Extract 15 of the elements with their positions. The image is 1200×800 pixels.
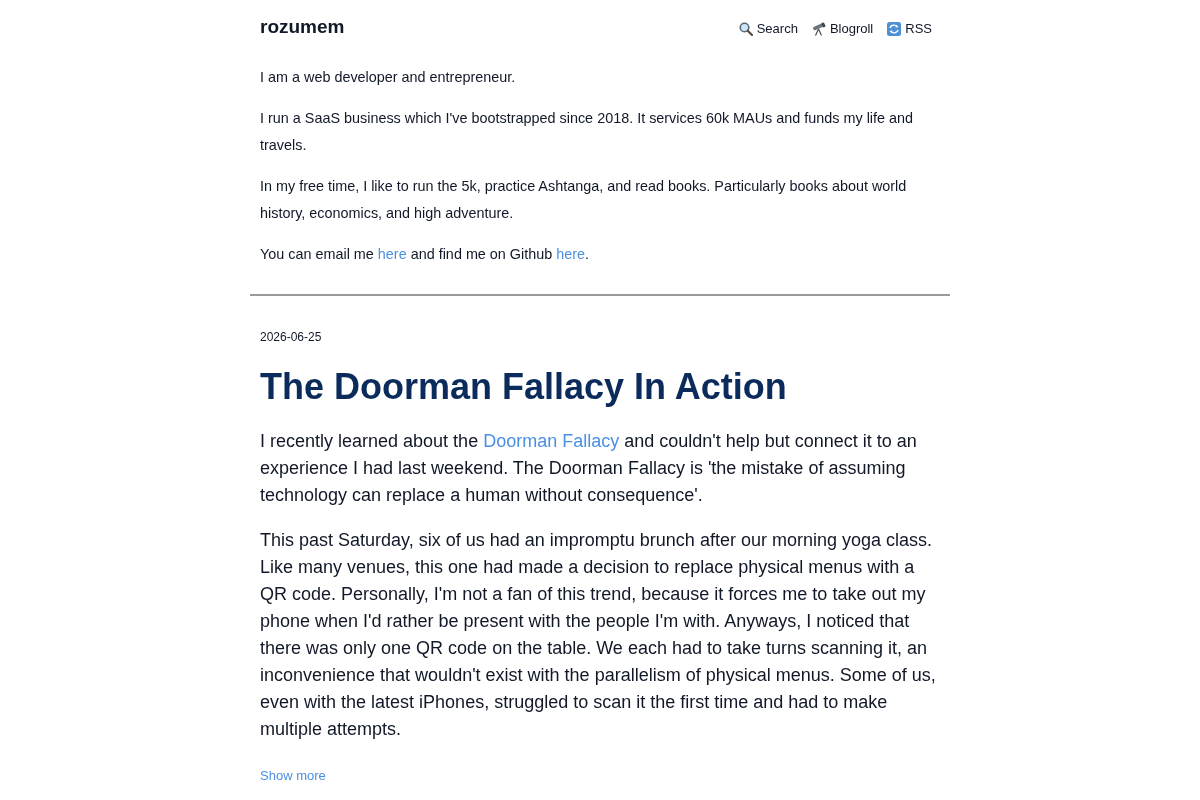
rss-link[interactable]: RSS: [887, 21, 932, 37]
intro-paragraph: I run a SaaS business which I've bootstrapped since 2018. It services 60k MAUs and funds my life and travels.: [260, 109, 915, 155]
post-date: 2026-06-25: [260, 329, 323, 345]
refresh-arrows-icon: [887, 22, 902, 36]
blogroll-link[interactable]: Blogroll: [811, 21, 874, 37]
search-icon: [738, 22, 753, 36]
intro-paragraph: I am a web developer and entrepreneur.: [260, 68, 517, 87]
post-paragraph: This past Saturday, six of us had an impromptu brunch after our morning yoga class. Like many venues, this one had made a decision to replace physical menus with a QR code. Personally, I'm not a fan of this trend, because it forces me to take out my phone when I'd rather be present with the people I'm with. Anyways, I noticed that there was only one QR code on the table. We each had to take turns scanning it, an inconvenience that wouldn't exist with the parallelism of physical menus. Some of us, even with the latest iPhones, struggled to scan it the first time and had to make multiple attempts.: [260, 529, 937, 741]
post-paragraph: I recently learned about the Doorman Fallacy and couldn't help but connect it to an experience I had last weekend. The Doorman Fallacy is 'the mistake of assuming technology can replace a human without consequence'.: [260, 430, 918, 507]
post-title: The Doorman Fallacy In Action: [260, 365, 788, 409]
telescope-icon: [811, 22, 826, 36]
intro-paragraph: In my free time, I like to run the 5k, practice Ashtanga, and read books. Particularly books about world history, economics, and high adventure.: [260, 177, 908, 223]
search-link[interactable]: Search: [738, 21, 798, 37]
intro-paragraph: You can email me here and find me on Github here.: [260, 245, 591, 264]
site-title[interactable]: rozumem: [260, 16, 345, 38]
